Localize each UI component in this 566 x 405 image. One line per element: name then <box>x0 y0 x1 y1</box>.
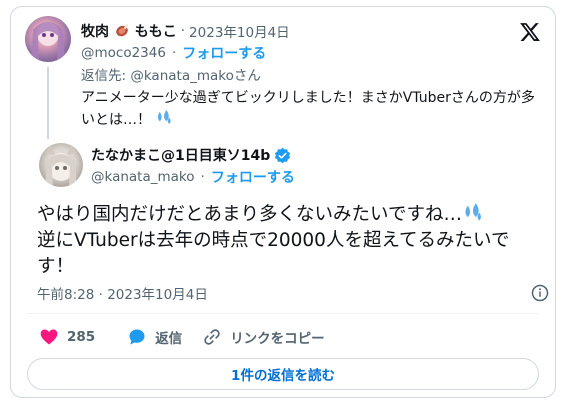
action-divider <box>27 313 539 314</box>
tweet-embed-card: 牧肉 ももこ · 2023年10月4日 @moco2346 · フォローする 返… <box>10 6 556 398</box>
parent-tweet-body: アニメーター少な過ぎてビックリしました！まさかVTuberさんの方が多いとは…！ <box>81 90 535 128</box>
main-handle-row: @kanata_mako · フォローする <box>91 167 295 187</box>
meat-icon <box>116 24 128 37</box>
reply-button[interactable]: 返信 <box>127 327 182 347</box>
parent-header: 牧肉 ももこ · 2023年10月4日 <box>81 21 290 41</box>
copy-link-button[interactable]: リンクをコピー <box>202 327 325 347</box>
x-logo-icon[interactable] <box>519 21 541 43</box>
sweat-drops-icon <box>465 203 481 221</box>
sweat-drops-icon <box>158 109 172 125</box>
parent-date[interactable]: 2023年10月4日 <box>189 21 290 41</box>
reply-label: 返信 <box>155 331 183 347</box>
thread-connector-line <box>47 67 49 139</box>
like-count: 285 <box>67 329 96 345</box>
reply-bubble-icon <box>129 329 145 345</box>
handle-follow-separator: · <box>171 45 177 61</box>
parent-avatar[interactable] <box>25 16 71 62</box>
read-replies-button[interactable]: 1件の返信を読む <box>27 358 539 390</box>
info-icon[interactable] <box>531 284 549 302</box>
parent-follow-button[interactable]: フォローする <box>182 43 266 63</box>
main-handle-follow-separator: · <box>200 169 205 185</box>
main-tweet-line1: やはり国内だけだとあまり多くないみたいですね… <box>37 204 462 225</box>
main-tweet-line2: 逆にVTuberは去年の時点で20000人を超えてるみたいです！ <box>37 230 510 277</box>
action-bar: 285 返信 リンクをコピー <box>39 327 325 347</box>
main-avatar[interactable] <box>39 143 83 187</box>
copy-link-label: リンクをコピー <box>230 331 325 347</box>
parent-display-name[interactable]: 牧肉 ももこ <box>81 21 177 41</box>
parent-display-name-part2: ももこ <box>134 24 177 40</box>
main-handle[interactable]: @kanata_mako <box>91 169 195 185</box>
link-icon <box>204 329 220 345</box>
parent-tweet-text: アニメーター少な過ぎてビックリしました！まさかVTuberさんの方が多いとは…！ <box>81 88 543 131</box>
main-header: たなかまこ@1日目東ソ14b <box>91 145 291 165</box>
main-display-name[interactable]: たなかまこ@1日目東ソ14b <box>91 145 270 165</box>
parent-handle[interactable]: @moco2346 <box>81 45 166 61</box>
reply-to-label: 返信先: @kanata_makoさん <box>81 68 261 84</box>
main-timestamp[interactable]: 午前8:28 · 2023年10月4日 <box>37 283 208 303</box>
main-follow-button[interactable]: フォローする <box>211 167 295 187</box>
main-tweet-text: やはり国内だけだとあまり多くないみたいですね… 逆にVTuberは去年の時点で2… <box>37 202 543 280</box>
verified-badge-icon <box>275 147 291 163</box>
parent-display-name-part1: 牧肉 <box>81 24 109 40</box>
parent-handle-row: @moco2346 · フォローする <box>81 43 266 63</box>
like-button[interactable]: 285 <box>39 327 95 347</box>
name-date-separator: · <box>180 23 186 39</box>
heart-icon <box>40 329 58 345</box>
